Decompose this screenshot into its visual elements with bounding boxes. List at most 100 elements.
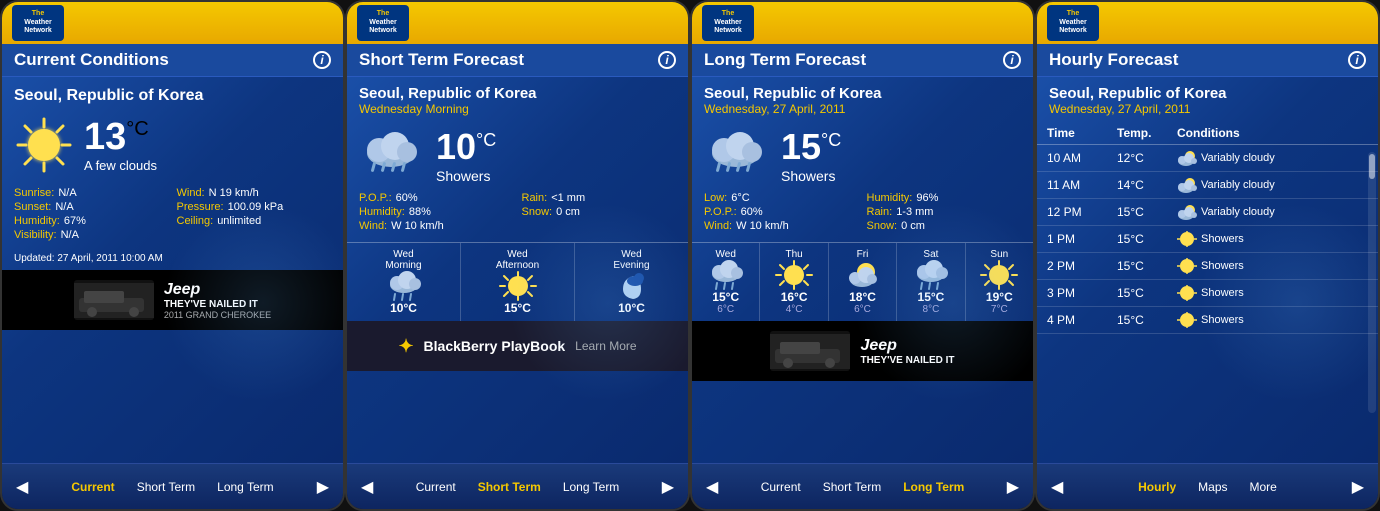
period-temp-1: 15°C (504, 301, 531, 315)
day-label-0: Wed (716, 249, 736, 260)
rain-val-3: 1-3 mm (896, 206, 933, 218)
jeep-ad-3: Jeep THEY'VE NAILED IT (692, 321, 1033, 381)
nav-current-2[interactable]: Current (406, 474, 466, 500)
wind-row: Wind: N 19 km/h (177, 187, 332, 199)
section-title-bar-2: Short Term Forecast i (347, 44, 688, 77)
panel1-header: The Weather Network (2, 2, 343, 44)
h-temp-6: 15°C (1117, 313, 1177, 327)
pop-row-3: P.O.P.: 60% (704, 206, 859, 218)
humidity-val-3: 96% (916, 192, 938, 204)
info-icon-2[interactable]: i (658, 51, 676, 69)
h-cond-6: Showers (1201, 314, 1368, 326)
day-low-2: 6°C (854, 304, 871, 315)
nav-items-4: Hourly Maps More (1071, 474, 1343, 500)
humidity-val: 67% (64, 215, 86, 227)
rain-row-2: Rain: <1 mm (522, 192, 677, 204)
period-label-2a: Wed (621, 249, 641, 260)
forecast-subtitle-4: Wednesday, 27 April, 2011 (1037, 102, 1378, 122)
wind-val-3: W 10 km/h (736, 220, 789, 232)
nav-left-3[interactable]: ◀ (698, 473, 726, 501)
section-title-bar-4: Hourly Forecast i (1037, 44, 1378, 77)
nav-short-2[interactable]: Short Term (468, 474, 551, 500)
day-item-4: Sun 19°C 7°C (966, 243, 1033, 321)
period-icon-1 (499, 271, 537, 301)
h-icon-0 (1177, 150, 1197, 166)
day-high-0: 15°C (712, 290, 739, 304)
nav-long-2[interactable]: Long Term (553, 474, 629, 500)
nav-right-2[interactable]: ▶ (654, 473, 682, 501)
nav-current-1[interactable]: Current (61, 474, 124, 500)
nav-maps-4[interactable]: Maps (1188, 474, 1237, 500)
current-details: Sunrise: N/A Wind: N 19 km/h Sunset: N/A… (2, 181, 343, 247)
period-item-1: Wed Afternoon 15°C (461, 243, 575, 321)
info-icon-3[interactable]: i (1003, 51, 1021, 69)
period-icon-0 (385, 271, 423, 301)
info-icon-4[interactable]: i (1348, 51, 1366, 69)
humidity-row-3: Humidity: 96% (867, 192, 1022, 204)
scrollbar-track[interactable] (1368, 152, 1376, 413)
weather-network-logo-4: The Weather Network (1047, 5, 1099, 41)
snow-val-2: 0 cm (556, 206, 580, 218)
day-icon-4 (980, 260, 1018, 290)
h-time-0: 10 AM (1047, 151, 1117, 165)
pop-label-3: P.O.P.: (704, 206, 737, 218)
h-cond-5: Showers (1201, 287, 1368, 299)
wind-label-3: Wind: (704, 220, 732, 232)
h-temp-1: 14°C (1117, 178, 1177, 192)
scrollbar-thumb[interactable] (1369, 154, 1375, 179)
h-time-6: 4 PM (1047, 313, 1117, 327)
wind-val-2: W 10 km/h (391, 220, 444, 232)
nav-short-1[interactable]: Short Term (127, 474, 205, 500)
humidity-label-3: Humidity: (867, 192, 913, 204)
h-time-3: 1 PM (1047, 232, 1117, 246)
forecast-periods-2: Wed Morning 10°C Wed Afternoon (347, 242, 688, 321)
nav-right-1[interactable]: ▶ (309, 473, 337, 501)
period-temp-2: 10°C (618, 301, 645, 315)
h-cond-2: Variably cloudy (1201, 206, 1368, 218)
nav-right-4[interactable]: ▶ (1344, 473, 1372, 501)
nav-items-2: Current Short Term Long Term (381, 474, 653, 500)
nav-right-3[interactable]: ▶ (999, 473, 1027, 501)
day-item-1: Thu 16°C 4°C (760, 243, 828, 321)
snow-row-2: Snow: 0 cm (522, 206, 677, 218)
forecast-city-3: Seoul, Republic of Korea (692, 77, 1033, 102)
h-temp-2: 15°C (1117, 205, 1177, 219)
nav-left-2[interactable]: ◀ (353, 473, 381, 501)
snow-label-3: Snow: (867, 220, 898, 232)
hourly-row-5: 3 PM 15°C Showers (1037, 280, 1378, 307)
blackberry-ad: ✦ BlackBerry PlayBook Learn More (347, 321, 688, 371)
h-cond-3: Showers (1201, 233, 1368, 245)
long-temp: 15 (781, 126, 821, 168)
nav-short-3[interactable]: Short Term (813, 474, 891, 500)
panel-short-term: The Weather Network Short Term Forecast … (345, 0, 690, 511)
nav-hourly-4[interactable]: Hourly (1128, 474, 1186, 500)
short-temp-unit: °C (476, 130, 496, 151)
weather-network-logo-3: The Weather Network (702, 5, 754, 41)
h-time-2: 12 PM (1047, 205, 1117, 219)
nav-long-3[interactable]: Long Term (893, 474, 974, 500)
h-temp-3: 15°C (1117, 232, 1177, 246)
period-label-0a: Wed (393, 249, 413, 260)
day-label-2: Fri (857, 249, 869, 260)
ceiling-row: Ceiling: unlimited (177, 215, 332, 227)
sunrise-row: Sunrise: N/A (14, 187, 169, 199)
hourly-row-2: 12 PM 15°C Variably cloudy (1037, 199, 1378, 226)
nav-left-4[interactable]: ◀ (1043, 473, 1071, 501)
panel-current: The Weather Network Current Conditions i… (0, 0, 345, 511)
col-time: Time (1047, 126, 1117, 140)
nav-long-1[interactable]: Long Term (207, 474, 283, 500)
bb-learn-more[interactable]: Learn More (575, 339, 636, 353)
wind-label: Wind: (177, 187, 205, 199)
current-temp: 13 (84, 118, 126, 156)
day-high-4: 19°C (986, 290, 1013, 304)
panel3-nav: ◀ Current Short Term Long Term ▶ (692, 463, 1033, 509)
nav-current-3[interactable]: Current (751, 474, 811, 500)
nav-more-4[interactable]: More (1240, 474, 1287, 500)
pressure-row: Pressure: 100.09 kPa (177, 201, 332, 213)
panel-long-term: The Weather Network Long Term Forecast i… (690, 0, 1035, 511)
snow-label-2: Snow: (522, 206, 553, 218)
nav-left-1[interactable]: ◀ (8, 473, 36, 501)
long-condition: Showers (781, 168, 841, 184)
visibility-row: Visibility: N/A (14, 229, 169, 241)
info-icon-1[interactable]: i (313, 51, 331, 69)
